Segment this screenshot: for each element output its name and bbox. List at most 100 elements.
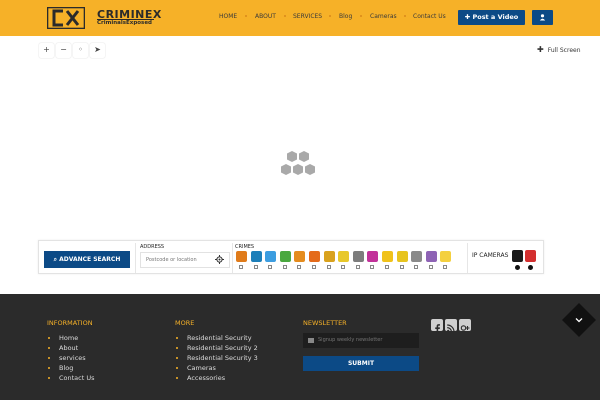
plus-icon: ✚ [537,45,544,54]
user-button[interactable] [532,10,553,25]
user-icon [539,14,546,21]
logo-mark-icon [47,7,85,29]
crime-filter-checkbox[interactable] [327,265,331,269]
navigate-button[interactable]: ➤ [90,43,105,58]
crime-filter-checkbox[interactable] [400,265,404,269]
footer-link-blog[interactable]: Blog [47,363,95,373]
fullscreen-button[interactable]: ✚ Full Screen [537,45,581,54]
information-links: Home About services Blog Contact Us [47,333,95,383]
fullscreen-label: Full Screen [547,47,581,54]
rss-icon[interactable] [445,319,457,332]
footer-link-label: Blog [59,364,74,372]
bullet [48,347,50,349]
footer-link-label: Residential Security 3 [187,354,258,362]
bullet [48,357,50,359]
crosshair-icon[interactable] [215,255,224,264]
crime-filter-icon[interactable] [353,251,364,262]
crime-filter-checkbox[interactable] [341,265,345,269]
crime-filter-icon[interactable] [236,251,247,262]
logo[interactable]: CRIMINEX CriminalsExposed [47,7,177,29]
divider [467,243,468,273]
page: CRIMINEX CriminalsExposed HOME ABOUT SER… [0,0,600,400]
nav-separator [284,15,286,17]
crime-filter-checkbox[interactable] [283,265,287,269]
footer-link-residential-security-3[interactable]: Residential Security 3 [175,353,258,363]
crime-filter-checkbox[interactable] [254,265,258,269]
advance-search-button[interactable]: ⌕ ADVANCE SEARCH [44,251,130,268]
crimes-label: CRIMES [235,244,255,250]
crime-filter-icon[interactable] [411,251,422,262]
camera-filter-red[interactable] [525,250,536,262]
divider [232,243,233,273]
newsletter-email-input[interactable] [303,333,419,348]
nav-about[interactable]: ABOUT [255,13,276,20]
crime-filter-checkbox[interactable] [297,265,301,269]
crime-filter-icon[interactable] [367,251,378,262]
locate-button[interactable]: ◦ [73,43,88,58]
crime-filter-icon[interactable] [309,251,320,262]
scroll-to-top-button[interactable] [562,303,596,337]
crime-filter-checkbox[interactable] [385,265,389,269]
footer-link-label: Residential Security 2 [187,344,258,352]
crime-filter-icon[interactable] [397,251,408,262]
crime-filter-checkbox[interactable] [429,265,433,269]
footer-link-residential-security[interactable]: Residential Security [175,333,258,343]
crime-filter-checkbox[interactable] [443,265,447,269]
zoom-out-button[interactable]: − [56,43,71,58]
zoom-in-button[interactable]: + [39,43,54,58]
crime-filter-checkbox[interactable] [370,265,374,269]
footer-link-label: services [59,354,86,362]
information-title: INFORMATION [47,319,93,327]
facebook-icon[interactable] [431,319,443,334]
crime-filter-icon[interactable] [265,251,276,262]
footer-link-residential-security-2[interactable]: Residential Security 2 [175,343,258,353]
crime-filter-icon[interactable] [294,251,305,262]
camera-toggle[interactable] [528,265,533,270]
footer-link-home[interactable]: Home [47,333,95,343]
nav-separator [360,15,362,17]
bullet [176,357,178,359]
crime-filter-checkbox[interactable] [239,265,243,269]
crime-filter-icon[interactable] [440,251,451,262]
crime-filter-checkbox[interactable] [312,265,316,269]
crime-filter-checkbox[interactable] [268,265,272,269]
bullet [176,347,178,349]
crime-filter-checkbox[interactable] [414,265,418,269]
footer-link-services[interactable]: services [47,353,95,363]
nav-services[interactable]: SERVICES [293,13,322,20]
logo-tagline: CriminalsExposed [97,19,154,26]
newsletter-submit-button[interactable]: SUBMIT [303,356,419,371]
navigate-icon: ➤ [94,45,101,54]
divider [135,243,136,273]
chevron-down-icon [575,318,583,323]
nav-cameras[interactable]: Cameras [370,13,397,20]
crime-filter-checkbox[interactable] [356,265,360,269]
crime-filter-icon[interactable] [280,251,291,262]
crime-filter-icon[interactable] [324,251,335,262]
bullet [48,367,50,369]
camera-filter-black[interactable] [512,250,523,262]
zoom-out-icon: − [60,45,67,54]
footer-link-label: Cameras [187,364,216,372]
crime-filter-icon[interactable] [251,251,262,262]
post-video-button[interactable]: ✚ Post a Video [458,10,525,25]
camera-toggle[interactable] [515,265,520,270]
crime-filter-icon[interactable] [338,251,349,262]
footer-link-label: About [59,344,79,352]
crime-filter-icon[interactable] [426,251,437,262]
footer-link-about[interactable]: About [47,343,95,353]
search-bar: ⌕ ADVANCE SEARCH ADDRESS CRIMES IP CAMER… [38,240,544,274]
google-plus-icon[interactable] [459,319,471,331]
crime-filter-icon[interactable] [382,251,393,262]
zoom-in-icon: + [43,45,50,54]
address-label: ADDRESS [140,244,165,250]
site-header: CRIMINEX CriminalsExposed HOME ABOUT SER… [0,0,600,36]
nav-blog[interactable]: Blog [339,13,352,20]
footer-link-accessories[interactable]: Accessories [175,373,258,383]
footer-link-cameras[interactable]: Cameras [175,363,258,373]
footer-link-contact[interactable]: Contact Us [47,373,95,383]
bullet [48,337,50,339]
footer-link-label: Residential Security [187,334,252,342]
nav-contact[interactable]: Contact Us [413,13,446,20]
nav-home[interactable]: HOME [219,13,237,20]
